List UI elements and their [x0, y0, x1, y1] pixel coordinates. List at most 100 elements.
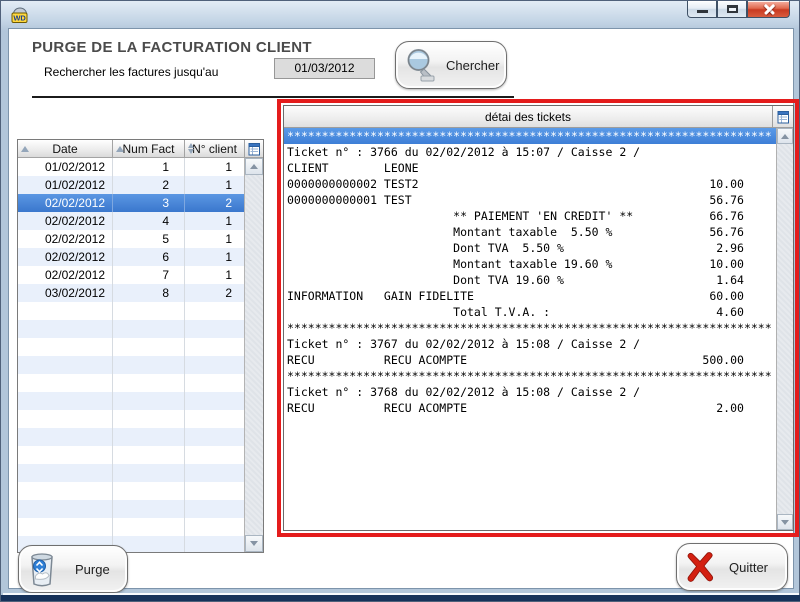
svg-text:WD: WD — [13, 14, 26, 23]
invoice-cell-date — [18, 410, 113, 428]
invoice-cell-num: 1 — [113, 158, 185, 176]
ticket-lines: ****************************************… — [284, 128, 776, 530]
scroll-up-button[interactable] — [777, 128, 793, 144]
ticket-separator-line[interactable]: ****************************************… — [284, 128, 776, 144]
invoice-row[interactable]: 03/02/201282 — [18, 284, 246, 302]
ticket-line-segment: 0000000000002 — [287, 176, 377, 192]
invoice-cell-date — [18, 374, 113, 392]
ticket-separator-line[interactable]: ****************************************… — [284, 368, 776, 384]
invoice-cell-client: 1 — [185, 248, 246, 266]
scroll-down-button[interactable] — [777, 514, 793, 530]
ticket-text-line[interactable]: Total T.V.A. :4.60 — [284, 304, 776, 320]
invoice-cell-date — [18, 302, 113, 320]
column-header-date[interactable]: Date — [18, 140, 113, 158]
ticket-text-line[interactable]: INFORMATIONGAIN FIDELITE60.00 — [284, 288, 776, 304]
ticket-text-line[interactable]: RECURECU ACOMPTE500.00 — [284, 352, 776, 368]
maximize-button[interactable] — [717, 1, 747, 18]
invoice-cell-num — [113, 482, 185, 500]
ticket-text-line[interactable]: 0000000000001TEST56.76 — [284, 192, 776, 208]
column-header-n-client[interactable]: N° client — [185, 140, 245, 158]
invoice-cell-date — [18, 500, 113, 518]
ticket-line-amount: 2.00 — [675, 400, 744, 416]
invoice-table-scrollbar[interactable] — [244, 158, 263, 552]
date-until-field[interactable]: 01/03/2012 — [274, 58, 375, 79]
ticket-line-segment: RECU ACOMPTE — [384, 400, 467, 416]
ticket-text-line[interactable]: RECU RECU ACOMPTE 2.00 — [284, 400, 776, 416]
invoice-row[interactable]: 01/02/201211 — [18, 158, 246, 176]
ticket-text-line[interactable]: Ticket n° : 3767 du 02/02/2012 à 15:08 /… — [284, 336, 776, 352]
ticket-line-amount: 66.76 — [675, 208, 744, 224]
invoice-empty-row[interactable] — [18, 374, 246, 392]
purge-button[interactable]: Purge — [18, 545, 128, 593]
invoice-empty-row[interactable] — [18, 464, 246, 482]
invoice-cell-num — [113, 446, 185, 464]
invoice-empty-row[interactable] — [18, 446, 246, 464]
invoice-empty-row[interactable] — [18, 482, 246, 500]
invoice-row[interactable]: 02/02/201241 — [18, 212, 246, 230]
ticket-line-segment: GAIN FIDELITE — [384, 288, 474, 304]
frame-bottom-edge — [1, 595, 800, 601]
ticket-text-line[interactable]: Dont TVA 19.60 %1.64 — [284, 272, 776, 288]
scroll-down-icon — [250, 541, 258, 546]
ticket-detail-scrollbar[interactable] — [776, 128, 793, 530]
invoice-empty-row[interactable] — [18, 428, 246, 446]
ticket-text-line[interactable]: Ticket n° : 3768 du 02/02/2012 à 15:08 /… — [284, 384, 776, 400]
scroll-up-button[interactable] — [245, 158, 263, 175]
invoice-cell-num: 4 — [113, 212, 185, 230]
invoice-cell-date: 03/02/2012 — [18, 284, 113, 302]
invoice-empty-row[interactable] — [18, 338, 246, 356]
invoice-empty-row[interactable] — [18, 392, 246, 410]
copy-table-button[interactable] — [245, 140, 263, 158]
quitter-button[interactable]: Quitter — [676, 543, 788, 591]
invoice-empty-row[interactable] — [18, 356, 246, 374]
scroll-down-button[interactable] — [245, 535, 263, 552]
invoice-row[interactable]: 01/02/201221 — [18, 176, 246, 194]
ticket-text-line[interactable]: ** PAIEMENT 'EN CREDIT' **66.76 — [284, 208, 776, 224]
invoice-cell-client — [185, 446, 246, 464]
ticket-line-segment: TEST — [384, 192, 412, 208]
invoice-cell-date — [18, 518, 113, 536]
invoice-cell-client — [185, 500, 246, 518]
minimize-button[interactable] — [687, 1, 717, 18]
ticket-separator-line[interactable]: ****************************************… — [284, 320, 776, 336]
invoice-empty-row[interactable] — [18, 302, 246, 320]
invoice-cell-client — [185, 482, 246, 500]
ticket-line-segment: TEST2 — [384, 176, 419, 192]
ticket-line-segment: RECU ACOMPTE — [384, 352, 467, 368]
invoice-cell-date: 02/02/2012 — [18, 230, 113, 248]
ticket-line-segment: RECU — [287, 400, 315, 416]
scroll-down-icon — [781, 520, 789, 525]
invoice-empty-row[interactable] — [18, 410, 246, 428]
ticket-text-line[interactable]: Montant taxable 5.50 %56.76 — [284, 224, 776, 240]
sort-both-icon — [188, 143, 194, 154]
red-x-icon — [685, 550, 715, 584]
invoice-cell-client — [185, 356, 246, 374]
ticket-line-segment: Ticket n° : 3766 du 02/02/2012 à 15:07 /… — [287, 144, 640, 160]
invoice-empty-row[interactable] — [18, 500, 246, 518]
ticket-line-amount: 500.00 — [675, 352, 744, 368]
close-button[interactable] — [747, 1, 790, 18]
page-title: PURGE DE LA FACTURATION CLIENT — [32, 39, 312, 56]
invoice-cell-client: 1 — [185, 266, 246, 284]
invoice-cell-client — [185, 374, 246, 392]
ticket-text-line[interactable]: CLIENTLEONE — [284, 160, 776, 176]
copy-table-icon — [777, 110, 790, 124]
invoice-row[interactable]: 02/02/201251 — [18, 230, 246, 248]
invoice-cell-client — [185, 464, 246, 482]
chercher-button[interactable]: Chercher — [395, 41, 507, 89]
invoice-row[interactable]: 02/02/201261 — [18, 248, 246, 266]
invoice-row[interactable]: 02/02/201271 — [18, 266, 246, 284]
invoice-row[interactable]: 02/02/201232 — [18, 194, 246, 212]
ticket-text-line[interactable]: Montant taxable 19.60 %10.00 — [284, 256, 776, 272]
invoice-cell-client — [185, 320, 246, 338]
ticket-text-line[interactable]: 0000000000002TEST210.00 — [284, 176, 776, 192]
ticket-line-segment: Montant taxable 5.50 % — [453, 224, 612, 240]
ticket-text-line[interactable]: Ticket n° : 3766 du 02/02/2012 à 15:07 /… — [284, 144, 776, 160]
invoice-cell-date — [18, 392, 113, 410]
ticket-text-line[interactable]: Dont TVA 5.50 %2.96 — [284, 240, 776, 256]
invoice-empty-row[interactable] — [18, 320, 246, 338]
column-header-num-fact[interactable]: Num Fact — [113, 140, 185, 158]
copy-table-button[interactable] — [773, 106, 793, 128]
invoice-empty-row[interactable] — [18, 518, 246, 536]
ticket-line-amount: 10.00 — [675, 256, 744, 272]
